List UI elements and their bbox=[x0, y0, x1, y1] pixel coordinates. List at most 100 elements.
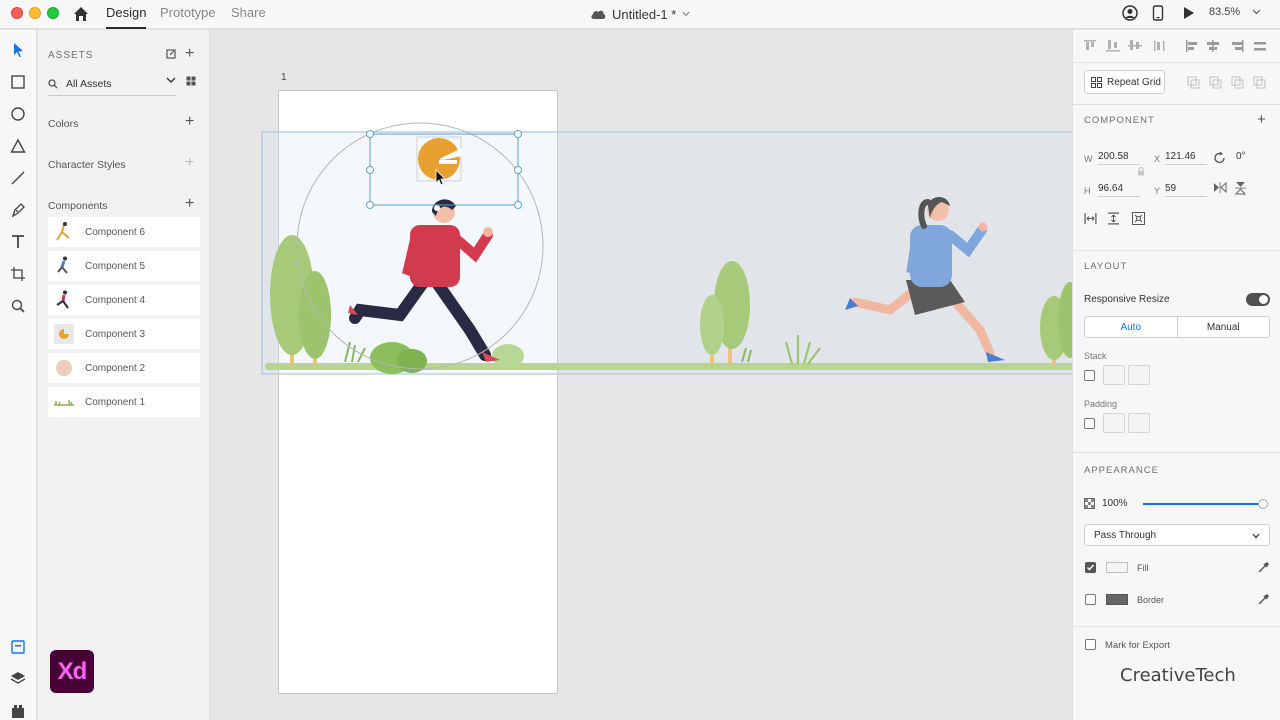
x-field[interactable]: 121.46 bbox=[1165, 151, 1207, 165]
stack-horizontal-icon[interactable] bbox=[1128, 365, 1150, 385]
add-character-style-icon[interactable]: + bbox=[185, 155, 194, 171]
repeat-grid-label: Repeat Grid bbox=[1107, 76, 1161, 88]
property-inspector: Repeat Grid COMPONENT + W 200.58 X 121.4… bbox=[1072, 30, 1280, 720]
text-tool-icon[interactable] bbox=[9, 233, 27, 251]
border-swatch[interactable] bbox=[1106, 594, 1128, 605]
running-scene-illustration[interactable] bbox=[210, 30, 1072, 720]
manual-option[interactable]: Manual bbox=[1178, 317, 1270, 337]
component-item-5[interactable]: Component 5 bbox=[48, 251, 200, 281]
layers-panel-icon[interactable] bbox=[9, 669, 27, 687]
repeat-grid-button[interactable]: Repeat Grid bbox=[1084, 70, 1165, 94]
resize-width-icon[interactable] bbox=[1084, 213, 1097, 224]
eyedropper-icon[interactable] bbox=[1257, 561, 1270, 574]
document-title[interactable]: Untitled-1 * bbox=[590, 5, 690, 23]
component-name: Component 4 bbox=[85, 294, 146, 306]
component-item-3[interactable]: Component 3 bbox=[48, 319, 200, 349]
play-icon[interactable] bbox=[1183, 6, 1195, 20]
chevron-down-icon[interactable] bbox=[166, 77, 176, 84]
line-tool-icon[interactable] bbox=[9, 169, 27, 187]
fill-swatch[interactable] bbox=[1106, 562, 1128, 573]
width-label: W bbox=[1084, 154, 1093, 164]
component-item-1[interactable]: Component 1 bbox=[48, 387, 200, 417]
padding-single-icon[interactable] bbox=[1103, 413, 1125, 433]
open-library-icon[interactable] bbox=[166, 49, 176, 59]
assets-panel-icon[interactable] bbox=[9, 638, 27, 656]
tab-share[interactable]: Share bbox=[231, 5, 266, 29]
component-name: Component 1 bbox=[85, 396, 146, 408]
blend-mode-dropdown[interactable]: Pass Through bbox=[1084, 524, 1270, 546]
cloud-icon bbox=[591, 10, 606, 19]
assets-filter-label: All Assets bbox=[66, 77, 112, 90]
component-name: Component 5 bbox=[85, 260, 146, 272]
stack-vertical-icon[interactable] bbox=[1103, 365, 1125, 385]
artboard-tool-icon[interactable] bbox=[9, 265, 27, 283]
lock-aspect-icon[interactable] bbox=[1137, 167, 1145, 176]
window-close-button[interactable] bbox=[11, 7, 23, 19]
mark-for-export-checkbox[interactable] bbox=[1085, 639, 1096, 650]
eyedropper-icon[interactable] bbox=[1257, 593, 1270, 606]
padding-checkbox[interactable] bbox=[1084, 418, 1095, 429]
align-horizontal-icons[interactable] bbox=[1186, 40, 1276, 52]
watermark-text: CreativeTech bbox=[1120, 665, 1236, 686]
auto-option[interactable]: Auto bbox=[1085, 317, 1178, 337]
components-section-label[interactable]: Components bbox=[48, 200, 108, 212]
select-tool-icon[interactable] bbox=[9, 41, 27, 59]
padding-multiple-icon[interactable] bbox=[1128, 413, 1150, 433]
window-maximize-button[interactable] bbox=[47, 7, 59, 19]
opacity-slider-track[interactable] bbox=[1143, 503, 1263, 505]
colors-section-label[interactable]: Colors bbox=[48, 118, 78, 130]
share-user-icon[interactable] bbox=[1122, 5, 1138, 21]
y-label: Y bbox=[1154, 186, 1161, 196]
width-field[interactable]: 200.58 bbox=[1098, 151, 1140, 165]
zoom-chevron-icon[interactable] bbox=[1252, 9, 1261, 15]
tab-design[interactable]: Design bbox=[106, 5, 147, 29]
flip-vertical-icon[interactable] bbox=[1235, 181, 1246, 195]
rectangle-tool-icon[interactable] bbox=[9, 73, 27, 91]
layout-section-title: LAYOUT bbox=[1084, 261, 1128, 272]
opacity-value[interactable]: 100% bbox=[1102, 498, 1128, 509]
home-icon[interactable] bbox=[72, 5, 90, 23]
character-styles-section-label[interactable]: Character Styles bbox=[48, 159, 126, 171]
border-checkbox[interactable] bbox=[1085, 594, 1096, 605]
add-color-icon[interactable]: + bbox=[185, 114, 194, 130]
rotation-field[interactable]: 0° bbox=[1236, 151, 1266, 165]
boolean-ops-icons[interactable] bbox=[1187, 76, 1269, 89]
component-item-2[interactable]: Component 2 bbox=[48, 353, 200, 383]
component-2-thumbnail bbox=[56, 360, 72, 376]
resize-height-icon[interactable] bbox=[1108, 212, 1119, 225]
window-minimize-button[interactable] bbox=[29, 7, 41, 19]
component-item-6[interactable]: Component 6 bbox=[48, 217, 200, 247]
component-name: Component 3 bbox=[85, 328, 146, 340]
align-vertical-icons[interactable] bbox=[1084, 40, 1174, 52]
device-preview-icon[interactable] bbox=[1152, 5, 1164, 21]
fit-content-icon[interactable] bbox=[1132, 212, 1145, 225]
pen-tool-icon[interactable] bbox=[9, 201, 27, 219]
assets-panel: ASSETS + All Assets Colors + Character S… bbox=[38, 30, 210, 720]
component-6-thumbnail bbox=[56, 222, 70, 241]
zoom-tool-icon[interactable] bbox=[9, 297, 27, 315]
polygon-tool-icon[interactable] bbox=[9, 137, 27, 155]
document-name: Untitled-1 * bbox=[612, 6, 677, 22]
add-component-icon[interactable]: + bbox=[185, 196, 194, 212]
design-canvas[interactable]: 1 bbox=[210, 30, 1072, 720]
plugins-panel-icon[interactable] bbox=[9, 702, 27, 720]
component-item-4[interactable]: Component 4 bbox=[48, 285, 200, 315]
flip-horizontal-icon[interactable] bbox=[1213, 182, 1227, 193]
tab-prototype[interactable]: Prototype bbox=[160, 5, 216, 29]
height-field[interactable]: 96.64 bbox=[1098, 183, 1140, 197]
component-name: Component 2 bbox=[85, 362, 146, 374]
ellipse-tool-icon[interactable] bbox=[9, 105, 27, 123]
search-icon bbox=[48, 78, 58, 88]
stack-checkbox[interactable] bbox=[1084, 370, 1095, 381]
zoom-level[interactable]: 83.5% bbox=[1209, 6, 1240, 18]
component-section-title: COMPONENT bbox=[1084, 115, 1155, 126]
add-asset-icon[interactable]: + bbox=[185, 46, 194, 62]
y-field[interactable]: 59 bbox=[1165, 183, 1207, 197]
responsive-resize-toggle[interactable] bbox=[1246, 293, 1270, 306]
add-state-icon[interactable]: + bbox=[1257, 112, 1266, 128]
chevron-down-icon bbox=[682, 11, 690, 17]
assets-filter[interactable]: All Assets bbox=[48, 72, 176, 96]
tool-bar bbox=[0, 30, 37, 720]
grid-view-icon[interactable] bbox=[186, 76, 196, 86]
opacity-slider-handle[interactable] bbox=[1258, 499, 1268, 509]
